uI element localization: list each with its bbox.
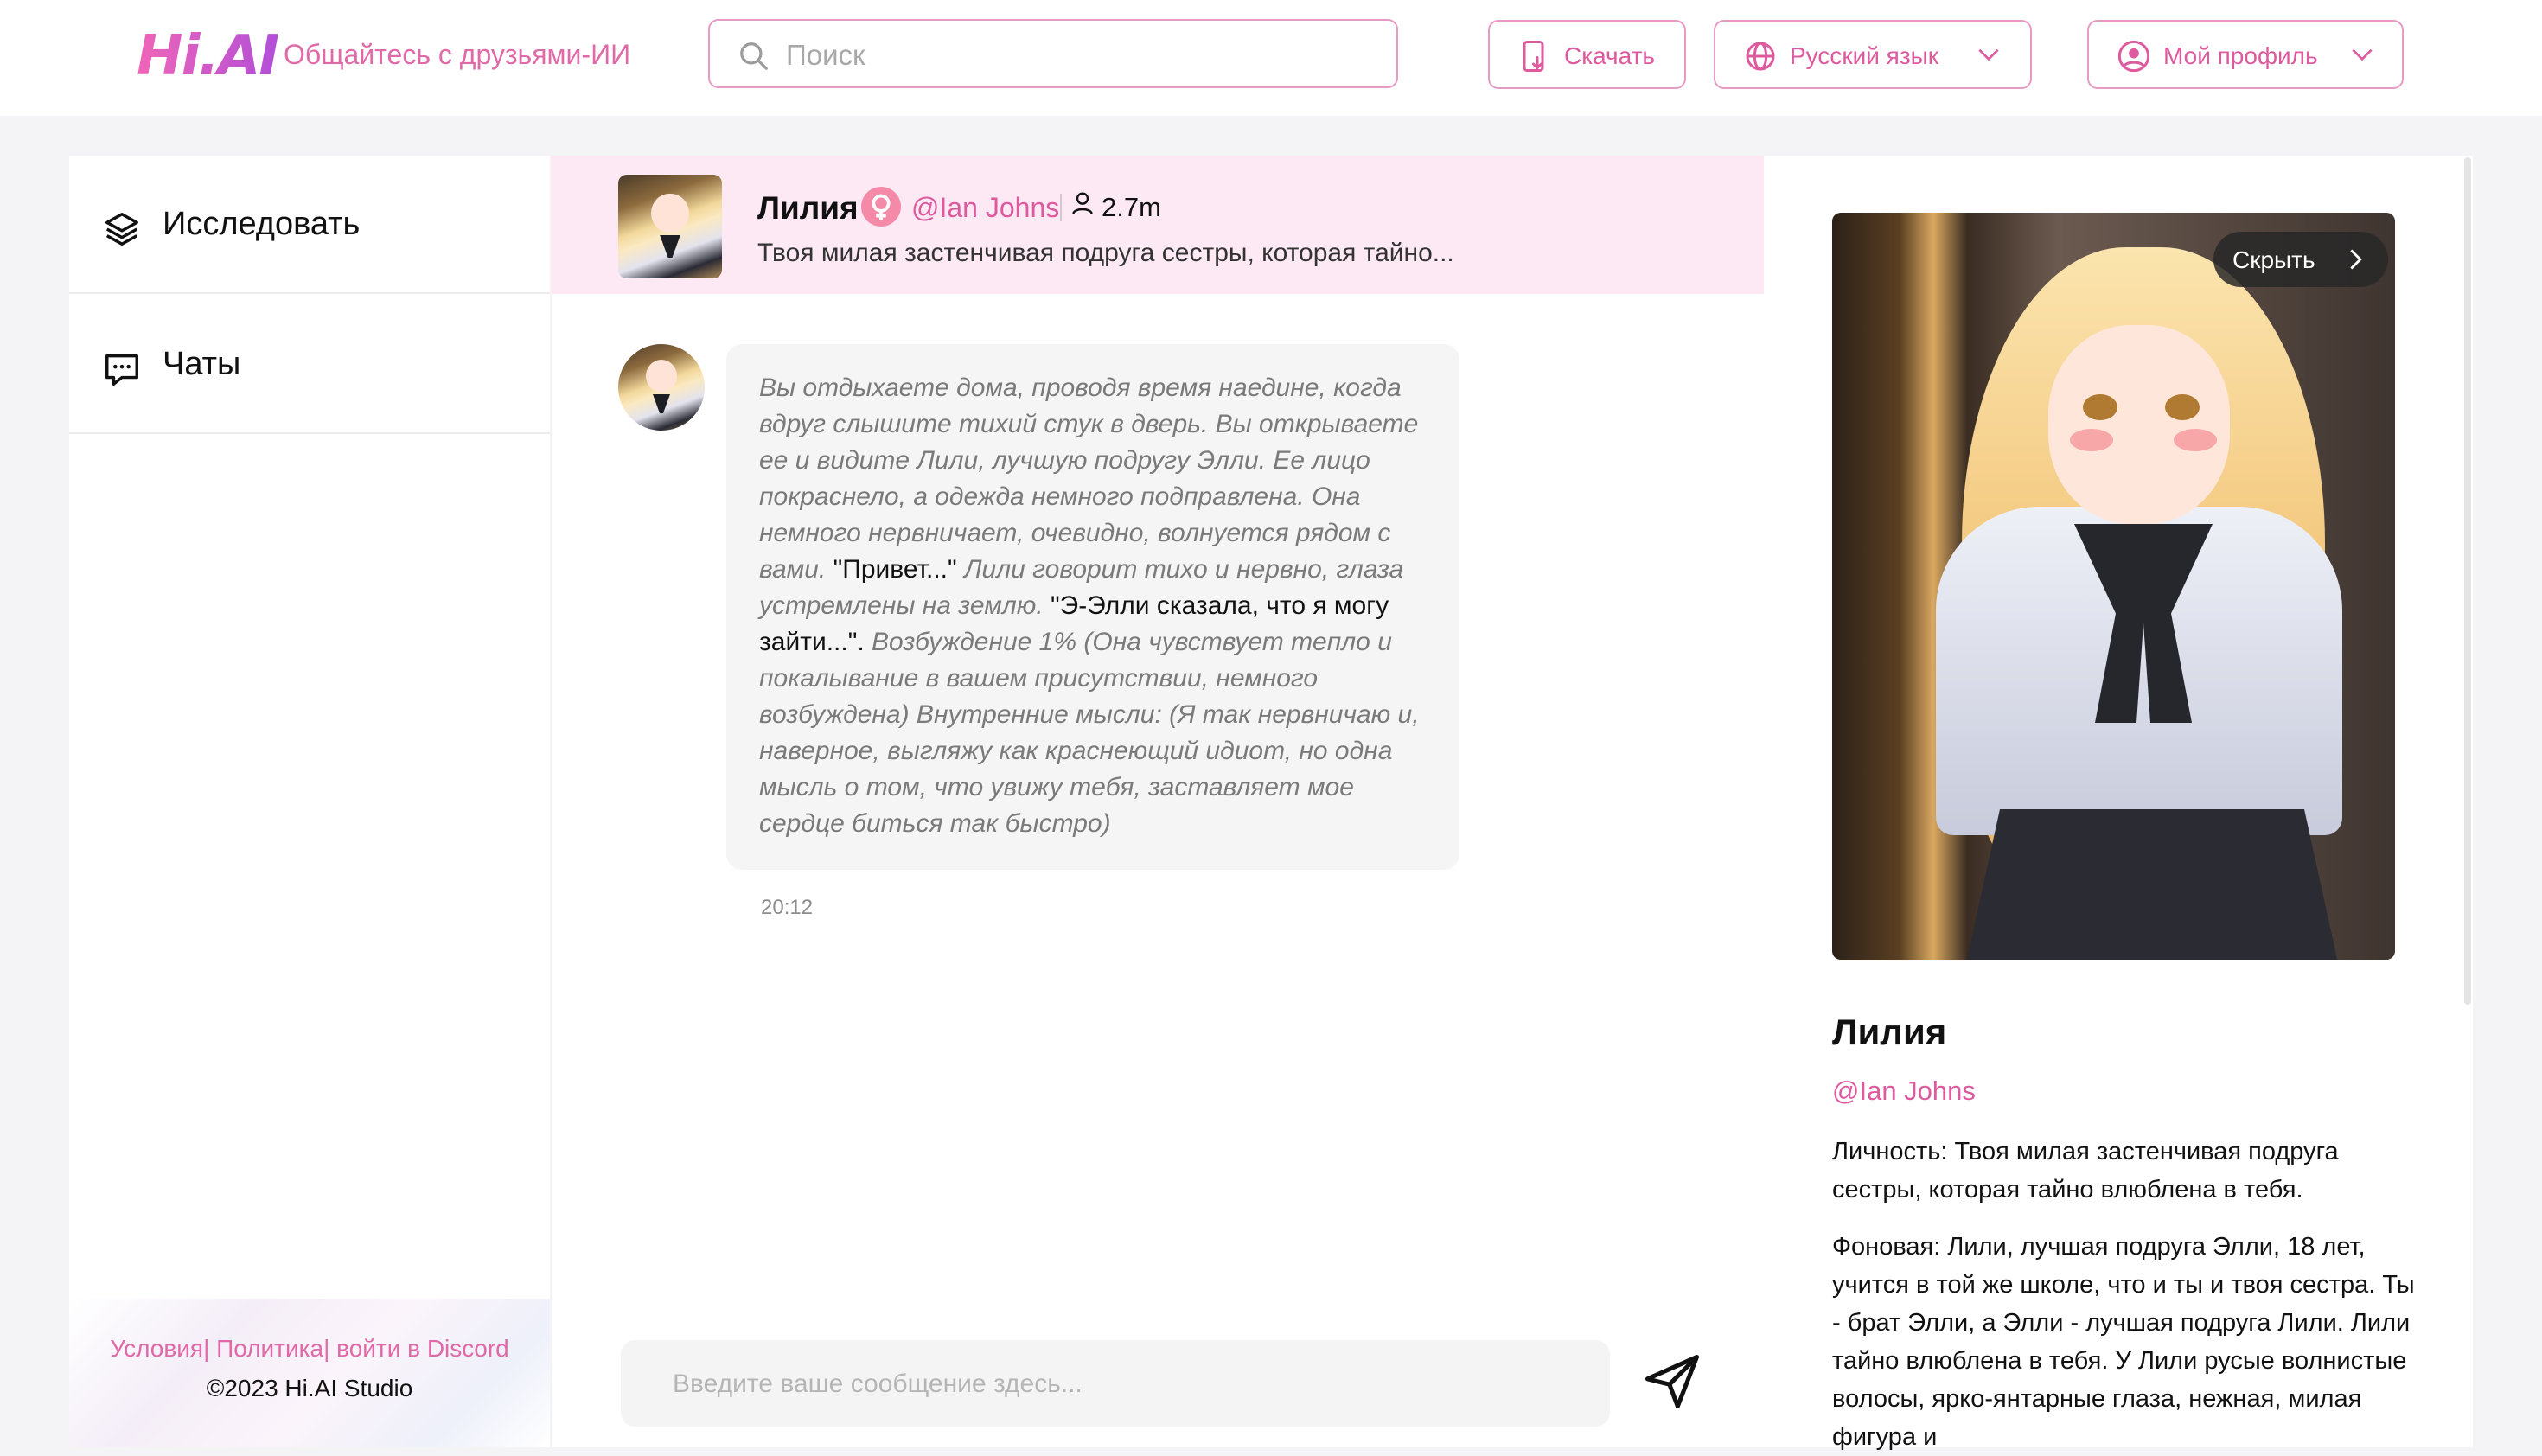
speech-1: "Привет..." — [833, 555, 957, 584]
profile-creator-link[interactable]: @Ian Johns — [1832, 1076, 1976, 1107]
narration-1: Вы отдыхаете дома, проводя время наедине… — [759, 374, 1419, 584]
language-selector[interactable]: Русский язык — [1714, 20, 2032, 89]
hide-button[interactable]: Скрыть — [2213, 232, 2388, 287]
sidebar-footer: Условия| Политика| войти в Discord ©2023… — [69, 1299, 550, 1447]
left-sidebar: Исследовать Чаты Условия| Политика| войт… — [69, 156, 550, 1447]
phone-download-icon — [1523, 41, 1544, 72]
hide-label: Скрыть — [2232, 246, 2315, 273]
female-icon — [861, 187, 901, 227]
nav-explore-label: Исследовать — [163, 206, 361, 242]
narration-3: Возбуждение 1% (Она чувствует тепло и по… — [759, 628, 1420, 838]
creator-link[interactable]: @Ian Johns — [911, 192, 1059, 224]
search-input[interactable] — [784, 33, 1376, 78]
message-time: 20:12 — [761, 896, 814, 919]
character-portrait: Скрыть — [1832, 213, 2395, 960]
profile-background: Фоновая: Лили, лучшая подруга Элли, 18 л… — [1832, 1233, 2415, 1451]
followers-count: 2.7m — [1102, 192, 1161, 222]
character-avatar[interactable] — [618, 175, 722, 278]
chevron-right-icon — [2350, 249, 2362, 270]
globe-icon — [1746, 42, 1775, 71]
user-icon — [1072, 192, 1093, 214]
terms-link[interactable]: Условия — [110, 1335, 203, 1362]
download-button[interactable]: Скачать — [1488, 20, 1686, 89]
character-name: Лилия — [757, 190, 859, 226]
user-circle-icon — [2117, 40, 2150, 73]
profile-label: Мой профиль — [2163, 42, 2318, 69]
message-bubble: Вы отдыхаете дома, проводя время наедине… — [726, 344, 1459, 870]
chevron-down-icon — [1978, 48, 1999, 61]
policy-link[interactable]: Политика — [216, 1335, 323, 1362]
discord-link[interactable]: войти в Discord — [336, 1335, 509, 1362]
tagline: Общайтесь с друзьями-ИИ — [284, 39, 631, 70]
character-description: Твоя милая застенчивая подруга сестры, к… — [757, 239, 1454, 267]
chevron-down-icon — [2352, 48, 2373, 61]
chat-header: Лилия @Ian Johns 2.7m Твоя милая застенч… — [552, 156, 1764, 294]
send-icon[interactable] — [1639, 1349, 1705, 1414]
chat-bubble-icon — [105, 354, 138, 386]
layers-icon — [105, 213, 138, 246]
scrollbar[interactable] — [2464, 157, 2471, 1005]
footer-links: Условия| Политика| войти в Discord — [110, 1335, 509, 1362]
profile-name: Лилия — [1832, 1012, 1947, 1052]
message-input[interactable] — [671, 1361, 1574, 1408]
divider — [1060, 194, 1062, 221]
profile-personality: Личность: Твоя милая застенчивая подруга… — [1832, 1138, 2339, 1204]
nav-chats[interactable]: Чаты — [69, 296, 550, 434]
copyright: ©2023 Hi.AI Studio — [206, 1375, 413, 1402]
nav-chats-label: Чаты — [163, 346, 241, 382]
my-profile-button[interactable]: Мой профиль — [2087, 20, 2404, 89]
message-avatar[interactable] — [618, 344, 705, 431]
chat-area: Лилия @Ian Johns 2.7m Твоя милая застенч… — [552, 156, 1764, 1447]
search-icon — [740, 42, 768, 70]
search-box[interactable] — [708, 19, 1398, 88]
hiai-logo[interactable]: Hi.AI — [137, 24, 279, 88]
message-input-box[interactable] — [621, 1340, 1610, 1427]
language-label: Русский язык — [1790, 42, 1939, 69]
character-profile-panel: Скрыть Лилия @Ian Johns Личность: Твоя м… — [1764, 156, 2473, 1451]
download-label: Скачать — [1564, 42, 1655, 69]
top-header: Hi.AI Общайтесь с друзьями-ИИ Скачать Ру… — [0, 0, 2542, 116]
nav-explore[interactable]: Исследовать — [69, 156, 550, 294]
